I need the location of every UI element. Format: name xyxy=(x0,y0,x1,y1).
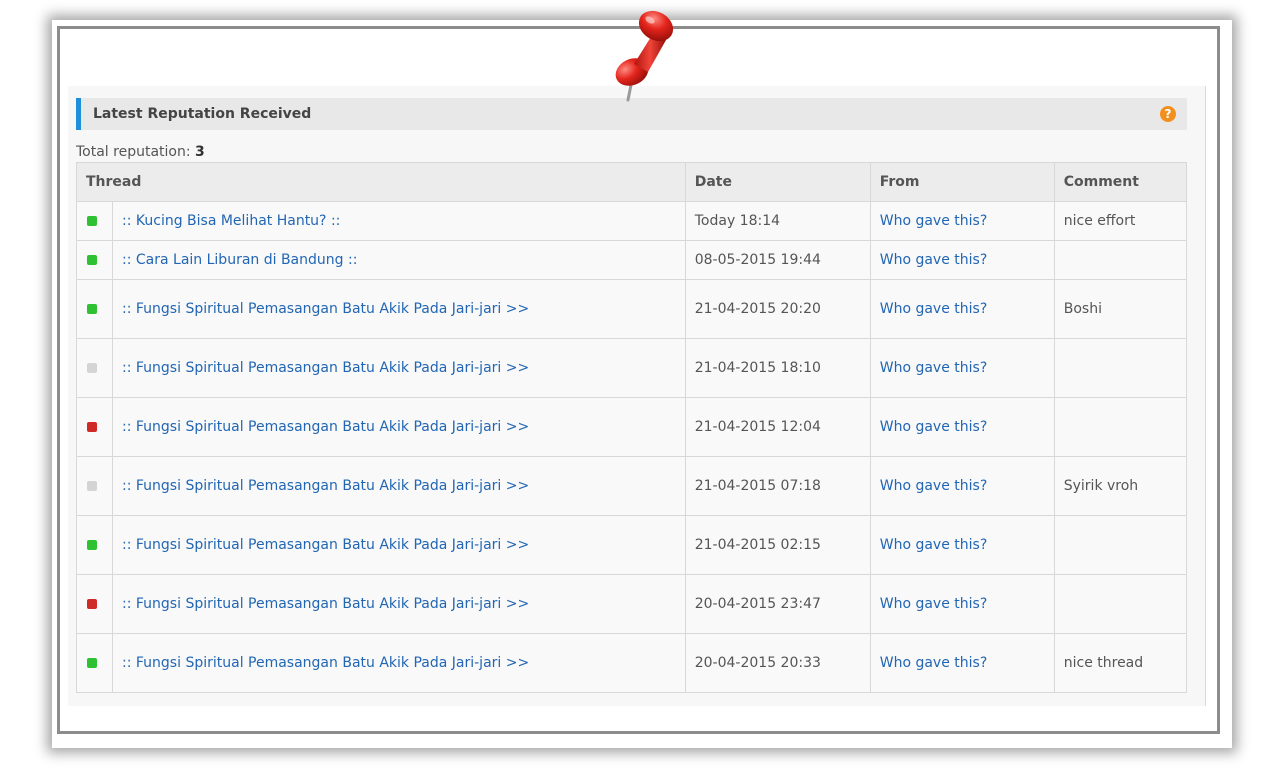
status-cell xyxy=(76,574,113,634)
thread-link[interactable]: :: Fungsi Spiritual Pemasangan Batu Akik… xyxy=(122,535,676,555)
thread-cell: :: Cara Lain Liburan di Bandung :: xyxy=(112,240,686,280)
total-reputation-label: Total reputation: xyxy=(76,144,191,160)
thread-cell: :: Fungsi Spiritual Pemasangan Batu Akik… xyxy=(112,633,686,693)
help-icon[interactable]: ? xyxy=(1160,106,1176,122)
thread-link[interactable]: :: Fungsi Spiritual Pemasangan Batu Akik… xyxy=(122,358,676,378)
status-cell xyxy=(76,201,113,241)
from-cell: Who gave this? xyxy=(869,201,1055,241)
table-row: :: Kucing Bisa Melihat Hantu? :: Today 18… xyxy=(76,201,1188,241)
reputation-status-icon xyxy=(87,481,97,491)
header-thread: Thread xyxy=(76,162,686,202)
table-row: :: Fungsi Spiritual Pemasangan Batu Akik… xyxy=(76,338,1188,398)
from-cell: Who gave this? xyxy=(869,574,1055,634)
thread-link[interactable]: :: Fungsi Spiritual Pemasangan Batu Akik… xyxy=(122,653,676,673)
status-cell xyxy=(76,633,113,693)
status-cell xyxy=(76,338,113,398)
table-row: :: Fungsi Spiritual Pemasangan Batu Akik… xyxy=(76,633,1188,693)
thread-link[interactable]: :: Fungsi Spiritual Pemasangan Batu Akik… xyxy=(122,417,676,437)
table-row: :: Cara Lain Liburan di Bandung :: 08-05-… xyxy=(76,240,1188,280)
date-cell: 21-04-2015 18:10 xyxy=(684,338,871,398)
date-cell: 21-04-2015 02:15 xyxy=(684,515,871,575)
who-gave-this-link[interactable]: Who gave this? xyxy=(880,596,988,612)
who-gave-this-link[interactable]: Who gave this? xyxy=(880,252,988,268)
date-cell: 08-05-2015 19:44 xyxy=(684,240,871,280)
who-gave-this-link[interactable]: Who gave this? xyxy=(880,360,988,376)
from-cell: Who gave this? xyxy=(869,633,1055,693)
header-comment: Comment xyxy=(1053,162,1188,202)
reputation-table-body: :: Kucing Bisa Melihat Hantu? :: Today 18… xyxy=(76,201,1188,693)
who-gave-this-link[interactable]: Who gave this? xyxy=(880,419,988,435)
comment-cell xyxy=(1053,240,1188,280)
status-cell xyxy=(76,279,113,339)
from-cell: Who gave this? xyxy=(869,456,1055,516)
reputation-status-icon xyxy=(87,255,97,265)
from-cell: Who gave this? xyxy=(869,240,1055,280)
date-cell: 20-04-2015 23:47 xyxy=(684,574,871,634)
thread-link[interactable]: :: Fungsi Spiritual Pemasangan Batu Akik… xyxy=(122,299,676,319)
status-cell xyxy=(76,240,113,280)
thread-cell: :: Kucing Bisa Melihat Hantu? :: xyxy=(112,201,686,241)
pushpin-icon xyxy=(615,10,674,102)
who-gave-this-link[interactable]: Who gave this? xyxy=(880,655,988,671)
thread-link[interactable]: :: Fungsi Spiritual Pemasangan Batu Akik… xyxy=(122,594,676,614)
comment-cell xyxy=(1053,574,1188,634)
reputation-table: Thread Date From Comment :: Kucing Bisa … xyxy=(76,162,1188,693)
thread-cell: :: Fungsi Spiritual Pemasangan Batu Akik… xyxy=(112,279,686,339)
thread-cell: :: Fungsi Spiritual Pemasangan Batu Akik… xyxy=(112,397,686,457)
total-reputation-value: 3 xyxy=(195,144,205,160)
thread-cell: :: Fungsi Spiritual Pemasangan Batu Akik… xyxy=(112,456,686,516)
from-cell: Who gave this? xyxy=(869,279,1055,339)
total-reputation: Total reputation: 3 xyxy=(76,144,205,160)
who-gave-this-link[interactable]: Who gave this? xyxy=(880,213,988,229)
table-row: :: Fungsi Spiritual Pemasangan Batu Akik… xyxy=(76,515,1188,575)
thread-link[interactable]: :: Fungsi Spiritual Pemasangan Batu Akik… xyxy=(122,476,676,496)
comment-cell xyxy=(1053,397,1188,457)
table-header-row: Thread Date From Comment xyxy=(76,162,1188,202)
table-row: :: Fungsi Spiritual Pemasangan Batu Akik… xyxy=(76,279,1188,339)
header-date: Date xyxy=(684,162,871,202)
comment-cell: nice effort xyxy=(1053,201,1188,241)
date-cell: 21-04-2015 07:18 xyxy=(684,456,871,516)
thread-cell: :: Fungsi Spiritual Pemasangan Batu Akik… xyxy=(112,338,686,398)
comment-cell xyxy=(1053,338,1188,398)
panel-title: Latest Reputation Received xyxy=(93,106,312,122)
reputation-status-icon xyxy=(87,216,97,226)
who-gave-this-link[interactable]: Who gave this? xyxy=(880,537,988,553)
reputation-status-icon xyxy=(87,363,97,373)
table-row: :: Fungsi Spiritual Pemasangan Batu Akik… xyxy=(76,397,1188,457)
date-cell: 21-04-2015 12:04 xyxy=(684,397,871,457)
from-cell: Who gave this? xyxy=(869,515,1055,575)
thread-link[interactable]: :: Kucing Bisa Melihat Hantu? :: xyxy=(122,211,676,231)
thread-cell: :: Fungsi Spiritual Pemasangan Batu Akik… xyxy=(112,515,686,575)
comment-cell: Syirik vroh xyxy=(1053,456,1188,516)
from-cell: Who gave this? xyxy=(869,338,1055,398)
comment-cell xyxy=(1053,515,1188,575)
status-cell xyxy=(76,515,113,575)
who-gave-this-link[interactable]: Who gave this? xyxy=(880,301,988,317)
reputation-status-icon xyxy=(87,540,97,550)
reputation-status-icon xyxy=(87,599,97,609)
from-cell: Who gave this? xyxy=(869,397,1055,457)
thread-link[interactable]: :: Cara Lain Liburan di Bandung :: xyxy=(122,250,676,270)
comment-cell: Boshi xyxy=(1053,279,1188,339)
who-gave-this-link[interactable]: Who gave this? xyxy=(880,478,988,494)
reputation-status-icon xyxy=(87,658,97,668)
status-cell xyxy=(76,456,113,516)
thread-cell: :: Fungsi Spiritual Pemasangan Batu Akik… xyxy=(112,574,686,634)
reputation-status-icon xyxy=(87,304,97,314)
comment-cell: nice thread xyxy=(1053,633,1188,693)
reputation-status-icon xyxy=(87,422,97,432)
header-from: From xyxy=(869,162,1055,202)
date-cell: 21-04-2015 20:20 xyxy=(684,279,871,339)
table-row: :: Fungsi Spiritual Pemasangan Batu Akik… xyxy=(76,456,1188,516)
date-cell: 20-04-2015 20:33 xyxy=(684,633,871,693)
table-row: :: Fungsi Spiritual Pemasangan Batu Akik… xyxy=(76,574,1188,634)
status-cell xyxy=(76,397,113,457)
date-cell: Today 18:14 xyxy=(684,201,871,241)
